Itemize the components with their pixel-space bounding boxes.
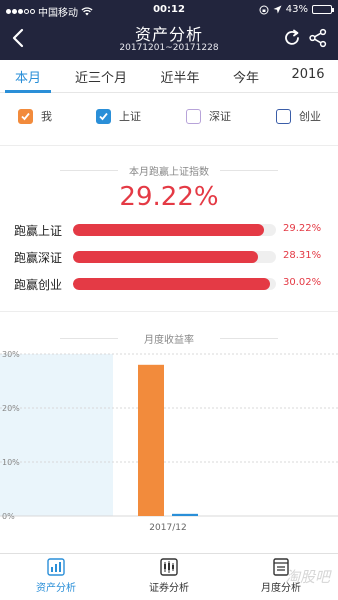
outperform-value: 29.22% bbox=[283, 223, 322, 234]
filter-shenzhen[interactable]: 深证 bbox=[186, 108, 231, 124]
refresh-icon[interactable] bbox=[282, 28, 302, 48]
chart-title: 月度收益率 bbox=[0, 331, 338, 346]
outperform-label: 跑赢深证 bbox=[14, 251, 63, 265]
progress-bar bbox=[73, 251, 259, 263]
progress-track bbox=[73, 251, 276, 263]
benchmark-filters: 我 上证 深证 创业 bbox=[0, 108, 338, 132]
nav-asset-analysis[interactable]: 资产分析 bbox=[11, 558, 101, 594]
status-bar: 中国移动 00:12 43% bbox=[0, 0, 338, 20]
period-tabs: 本月 近三个月 近半年 今年 2016 bbox=[0, 60, 338, 93]
filter-chinext[interactable]: 创业 bbox=[276, 108, 321, 124]
candlestick-icon bbox=[160, 558, 178, 576]
y-tick-label: 0% bbox=[2, 512, 15, 521]
outperform-value: 30.02% bbox=[283, 277, 322, 288]
top-bar: 中国移动 00:12 43% 资产分析 20171201~20171228 bbox=[0, 0, 338, 60]
nav-securities-analysis[interactable]: 证券分析 bbox=[124, 558, 214, 594]
filter-shanghai[interactable]: 上证 bbox=[96, 108, 141, 124]
tab-this-month[interactable]: 本月 bbox=[8, 67, 48, 86]
monthly-return-chart: 30% 20% 10% 0% 2017/12 bbox=[0, 350, 338, 533]
checkbox-checked-icon[interactable] bbox=[18, 108, 33, 124]
filter-shenzhen-label: 深证 bbox=[209, 110, 231, 123]
summary-title: 本月跑赢上证指数 bbox=[0, 163, 338, 178]
chart-bar-1 bbox=[172, 513, 198, 516]
y-tick-label: 30% bbox=[2, 350, 20, 359]
tab-this-year[interactable]: 今年 bbox=[224, 67, 268, 86]
progress-bar bbox=[73, 278, 270, 290]
battery-percent: 43% bbox=[285, 4, 308, 15]
nav-securities-analysis-label: 证券分析 bbox=[149, 583, 189, 594]
filter-shanghai-label: 上证 bbox=[119, 110, 141, 123]
divider bbox=[0, 311, 338, 312]
checkbox-checked-icon[interactable] bbox=[96, 108, 111, 124]
tab-half-year[interactable]: 近半年 bbox=[150, 67, 210, 86]
filter-me-label: 我 bbox=[41, 110, 52, 123]
outperform-label: 跑赢上证 bbox=[14, 224, 63, 238]
outperform-row: 跑赢创业 30.02% bbox=[0, 274, 338, 294]
outperform-row: 跑赢上证 29.22% bbox=[0, 220, 338, 240]
lock-rotation-icon bbox=[259, 5, 269, 14]
tab-2016[interactable]: 2016 bbox=[284, 67, 332, 82]
filter-me[interactable]: 我 bbox=[18, 108, 52, 124]
nav-asset-analysis-label: 资产分析 bbox=[36, 583, 76, 594]
tab-three-months[interactable]: 近三个月 bbox=[66, 67, 136, 86]
x-tick-label: 2017/12 bbox=[149, 523, 186, 533]
bar-chart-icon bbox=[47, 558, 65, 576]
y-tick-label: 10% bbox=[2, 458, 20, 467]
outperform-value: 28.31% bbox=[283, 250, 322, 261]
progress-track bbox=[73, 224, 276, 236]
checkbox-empty-icon[interactable] bbox=[186, 108, 201, 124]
summary-value: 29.22% bbox=[119, 182, 219, 212]
chart-shaded-area bbox=[0, 354, 113, 516]
outperform-row: 跑赢深证 28.31% bbox=[0, 247, 338, 267]
tab-indicator bbox=[5, 90, 51, 93]
progress-bar bbox=[73, 224, 265, 236]
progress-track bbox=[73, 278, 276, 290]
chart-bar-0 bbox=[138, 364, 164, 516]
divider bbox=[0, 145, 338, 146]
nav-bar: 资产分析 20171201~20171228 bbox=[0, 20, 338, 60]
location-arrow-icon bbox=[273, 5, 282, 14]
battery-icon bbox=[312, 5, 334, 14]
share-icon[interactable] bbox=[308, 28, 328, 48]
y-tick-label: 20% bbox=[2, 404, 20, 413]
outperform-label: 跑赢创业 bbox=[14, 278, 63, 292]
checkbox-empty-icon[interactable] bbox=[276, 108, 291, 124]
watermark: 淘股吧 bbox=[284, 568, 330, 586]
filter-chinext-label: 创业 bbox=[299, 110, 321, 123]
